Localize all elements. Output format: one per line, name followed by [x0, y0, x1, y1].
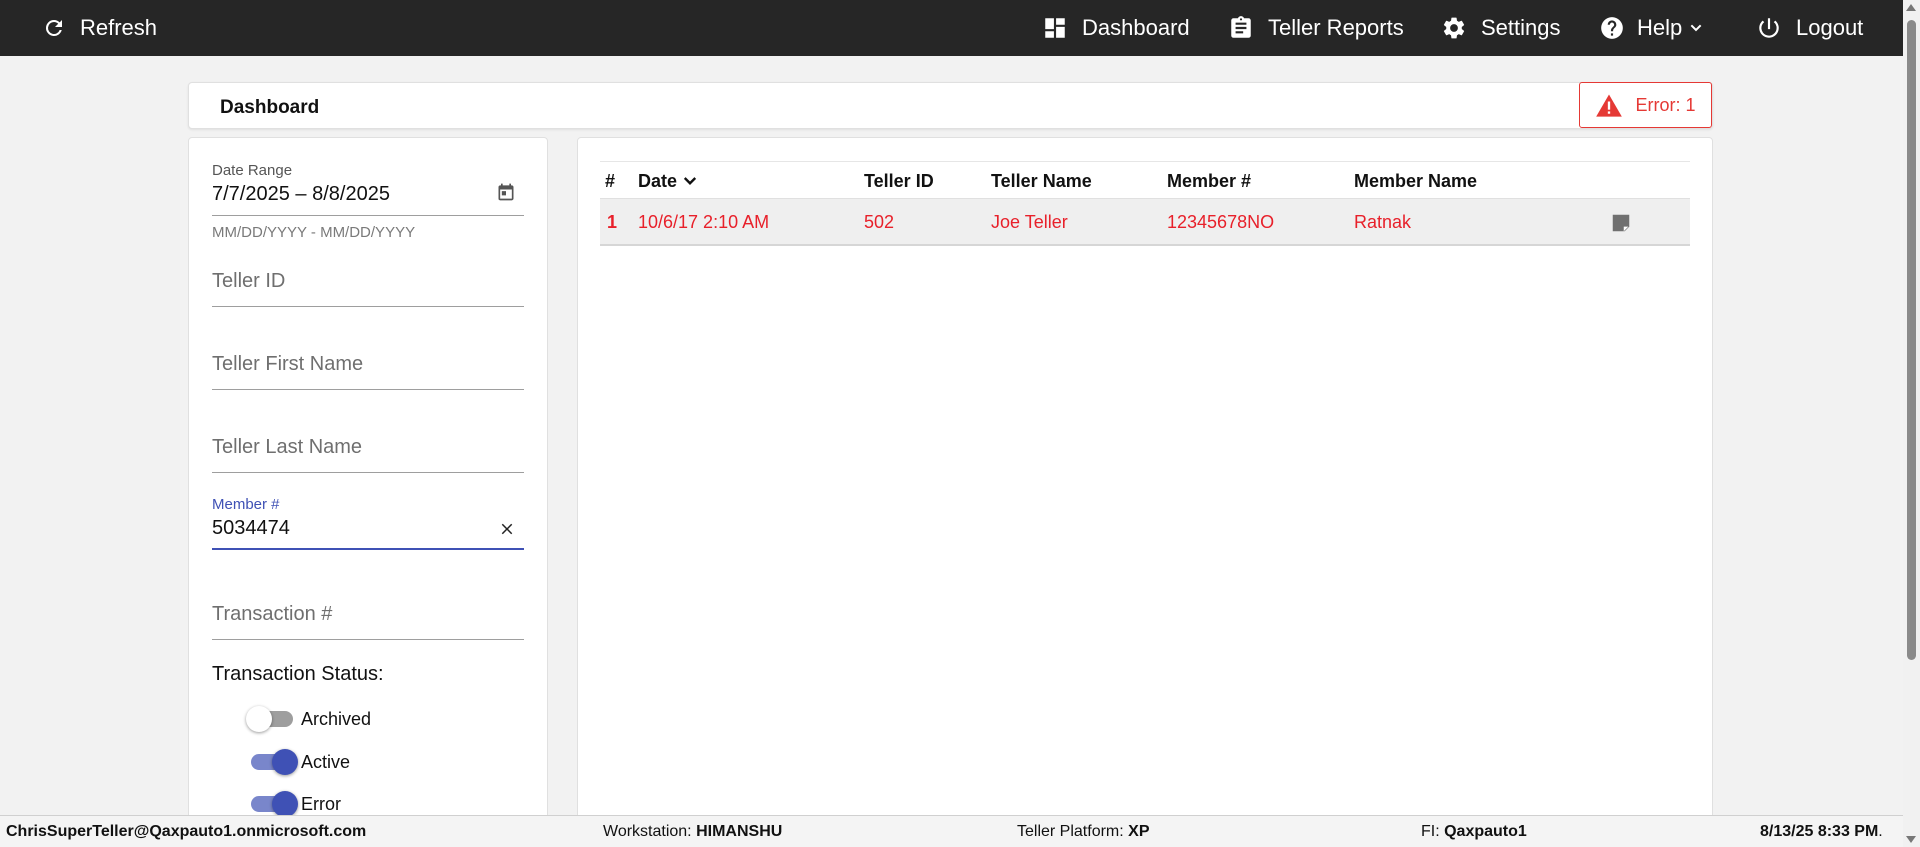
teller-last-name-input[interactable]: Teller Last Name — [212, 436, 524, 459]
status-fi-value: Qaxpauto1 — [1444, 823, 1527, 840]
row-member-name: Ratnak — [1354, 212, 1412, 232]
member-number-field[interactable]: Member # 5034474 — [212, 496, 524, 552]
nav-dashboard[interactable]: Dashboard — [1042, 0, 1190, 56]
error-toggle[interactable]: Error — [249, 791, 341, 817]
member-number-label: Member # — [212, 496, 280, 513]
clipboard-icon — [1231, 16, 1251, 38]
filter-panel: Date Range 7/7/2025 – 8/8/2025 MM/DD/YYY… — [188, 137, 548, 837]
error-count-button[interactable]: Error: 1 — [1579, 82, 1712, 128]
column-header-member-number[interactable]: Member # — [1167, 162, 1251, 200]
archived-toggle[interactable]: Archived — [246, 706, 372, 732]
date-range-label: Date Range — [212, 162, 293, 179]
date-range-hint: MM/DD/YYYY - MM/DD/YYYY — [212, 224, 416, 241]
scroll-down-arrow[interactable] — [1906, 836, 1916, 843]
nav-help-label: Help — [1637, 15, 1683, 40]
switch-thumb — [272, 749, 298, 775]
nav-dashboard-label: Dashboard — [1082, 15, 1190, 40]
transaction-status-label: Transaction Status: — [212, 663, 384, 685]
scroll-up-arrow[interactable] — [1906, 4, 1916, 11]
transactions-table: # Date Teller ID Teller Name Member # Me… — [600, 161, 1690, 246]
status-fi-label: FI: — [1421, 823, 1445, 840]
dashboard-header: Dashboard Error: 1 — [188, 82, 1713, 129]
table-row[interactable]: 1 10/6/17 2:10 AM 502 Joe Teller 1234567… — [600, 199, 1690, 246]
error-switch[interactable] — [249, 791, 298, 817]
nav-teller-reports[interactable]: Teller Reports — [1228, 0, 1404, 56]
transaction-number-input[interactable]: Transaction # — [212, 603, 524, 626]
row-member-number: 12345678NO — [1167, 212, 1275, 232]
date-range-underline — [212, 215, 524, 216]
note-icon[interactable] — [1610, 212, 1632, 234]
column-header-number: # — [605, 171, 616, 191]
column-header-teller-id[interactable]: Teller ID — [864, 162, 934, 200]
active-switch[interactable] — [249, 749, 298, 775]
nav-help[interactable]: Help — [1599, 0, 1704, 56]
teller-first-name-input[interactable]: Teller First Name — [212, 353, 524, 376]
page-title: Dashboard — [220, 97, 320, 118]
power-icon — [1759, 18, 1779, 38]
nav-logout-label: Logout — [1796, 15, 1864, 40]
row-teller-id: 502 — [864, 212, 895, 232]
close-icon[interactable] — [498, 520, 516, 538]
transaction-number-underline — [212, 639, 524, 640]
page-scrollbar[interactable] — [1903, 0, 1920, 847]
member-number-input[interactable]: 5034474 — [212, 515, 524, 541]
teller-first-name-underline — [212, 389, 524, 390]
nav-teller-reports-label: Teller Reports — [1268, 15, 1404, 40]
row-number: 1 — [607, 212, 618, 232]
member-number-underline — [212, 548, 524, 550]
error-label: Error — [301, 793, 341, 814]
column-header-teller-name[interactable]: Teller Name — [991, 162, 1092, 200]
dashboard-icon — [1045, 18, 1065, 38]
teller-id-underline — [212, 306, 524, 307]
status-datetime-value: 8/13/25 8:33 PM — [1760, 823, 1879, 840]
teller-last-name-underline — [212, 472, 524, 473]
nav-settings[interactable]: Settings — [1441, 0, 1561, 56]
switch-thumb — [246, 706, 272, 732]
column-header-date-label: Date — [638, 171, 678, 191]
error-count-label: Error: 1 — [1635, 94, 1696, 115]
status-workstation-label: Workstation: — [603, 823, 697, 840]
warning-icon — [1596, 94, 1623, 117]
status-datetime-suffix: . — [1878, 823, 1883, 840]
nav-settings-label: Settings — [1481, 15, 1561, 40]
status-platform-label: Teller Platform: — [1017, 823, 1129, 840]
row-teller-name: Joe Teller — [991, 212, 1068, 232]
row-date: 10/6/17 2:10 AM — [638, 212, 770, 232]
chevron-down-icon — [1690, 24, 1702, 32]
table-header: # Date Teller ID Teller Name Member # Me… — [600, 161, 1690, 199]
date-range-value[interactable]: 7/7/2025 – 8/8/2025 — [212, 181, 524, 207]
help-icon — [1601, 17, 1623, 39]
active-toggle[interactable]: Active — [249, 749, 350, 775]
status-workstation: Workstation: HIMANSHU — [603, 823, 782, 841]
teller-id-field[interactable]: Teller ID — [212, 270, 524, 310]
transaction-number-field[interactable]: Transaction # — [212, 603, 524, 643]
teller-last-name-field[interactable]: Teller Last Name — [212, 436, 524, 476]
active-label: Active — [301, 751, 351, 772]
teller-id-input[interactable]: Teller ID — [212, 270, 524, 293]
column-header-member-name[interactable]: Member Name — [1354, 162, 1477, 200]
results-panel: # Date Teller ID Teller Name Member # Me… — [577, 137, 1713, 837]
column-header-date[interactable]: Date — [638, 162, 699, 200]
top-nav-bar: Refresh Dashboard Teller Reports Setting… — [0, 0, 1920, 56]
teller-first-name-field[interactable]: Teller First Name — [212, 353, 524, 393]
refresh-icon — [45, 19, 62, 36]
calendar-icon[interactable] — [496, 182, 516, 202]
status-user: ChrisSuperTeller@Qaxpauto1.onmicrosoft.c… — [6, 823, 367, 840]
refresh-label: Refresh — [80, 15, 158, 40]
switch-thumb — [272, 791, 298, 817]
nav-logout[interactable]: Logout — [1756, 0, 1863, 56]
scroll-thumb[interactable] — [1907, 20, 1916, 660]
status-platform-value: XP — [1128, 823, 1150, 840]
gear-icon — [1443, 17, 1465, 39]
refresh-button[interactable]: Refresh — [42, 0, 157, 56]
sort-chevron-down-icon[interactable] — [681, 172, 699, 190]
archived-switch[interactable] — [246, 706, 295, 732]
archived-label: Archived — [301, 708, 372, 729]
status-datetime: 8/13/25 8:33 PM. — [1760, 823, 1883, 841]
status-fi: FI: Qaxpauto1 — [1421, 823, 1527, 841]
status-platform: Teller Platform: XP — [1017, 823, 1149, 841]
status-workstation-value: HIMANSHU — [696, 823, 783, 840]
date-range-field[interactable]: Date Range 7/7/2025 – 8/8/2025 MM/DD/YYY… — [212, 162, 524, 242]
status-bar: ChrisSuperTeller@Qaxpauto1.onmicrosoft.c… — [0, 815, 1903, 847]
